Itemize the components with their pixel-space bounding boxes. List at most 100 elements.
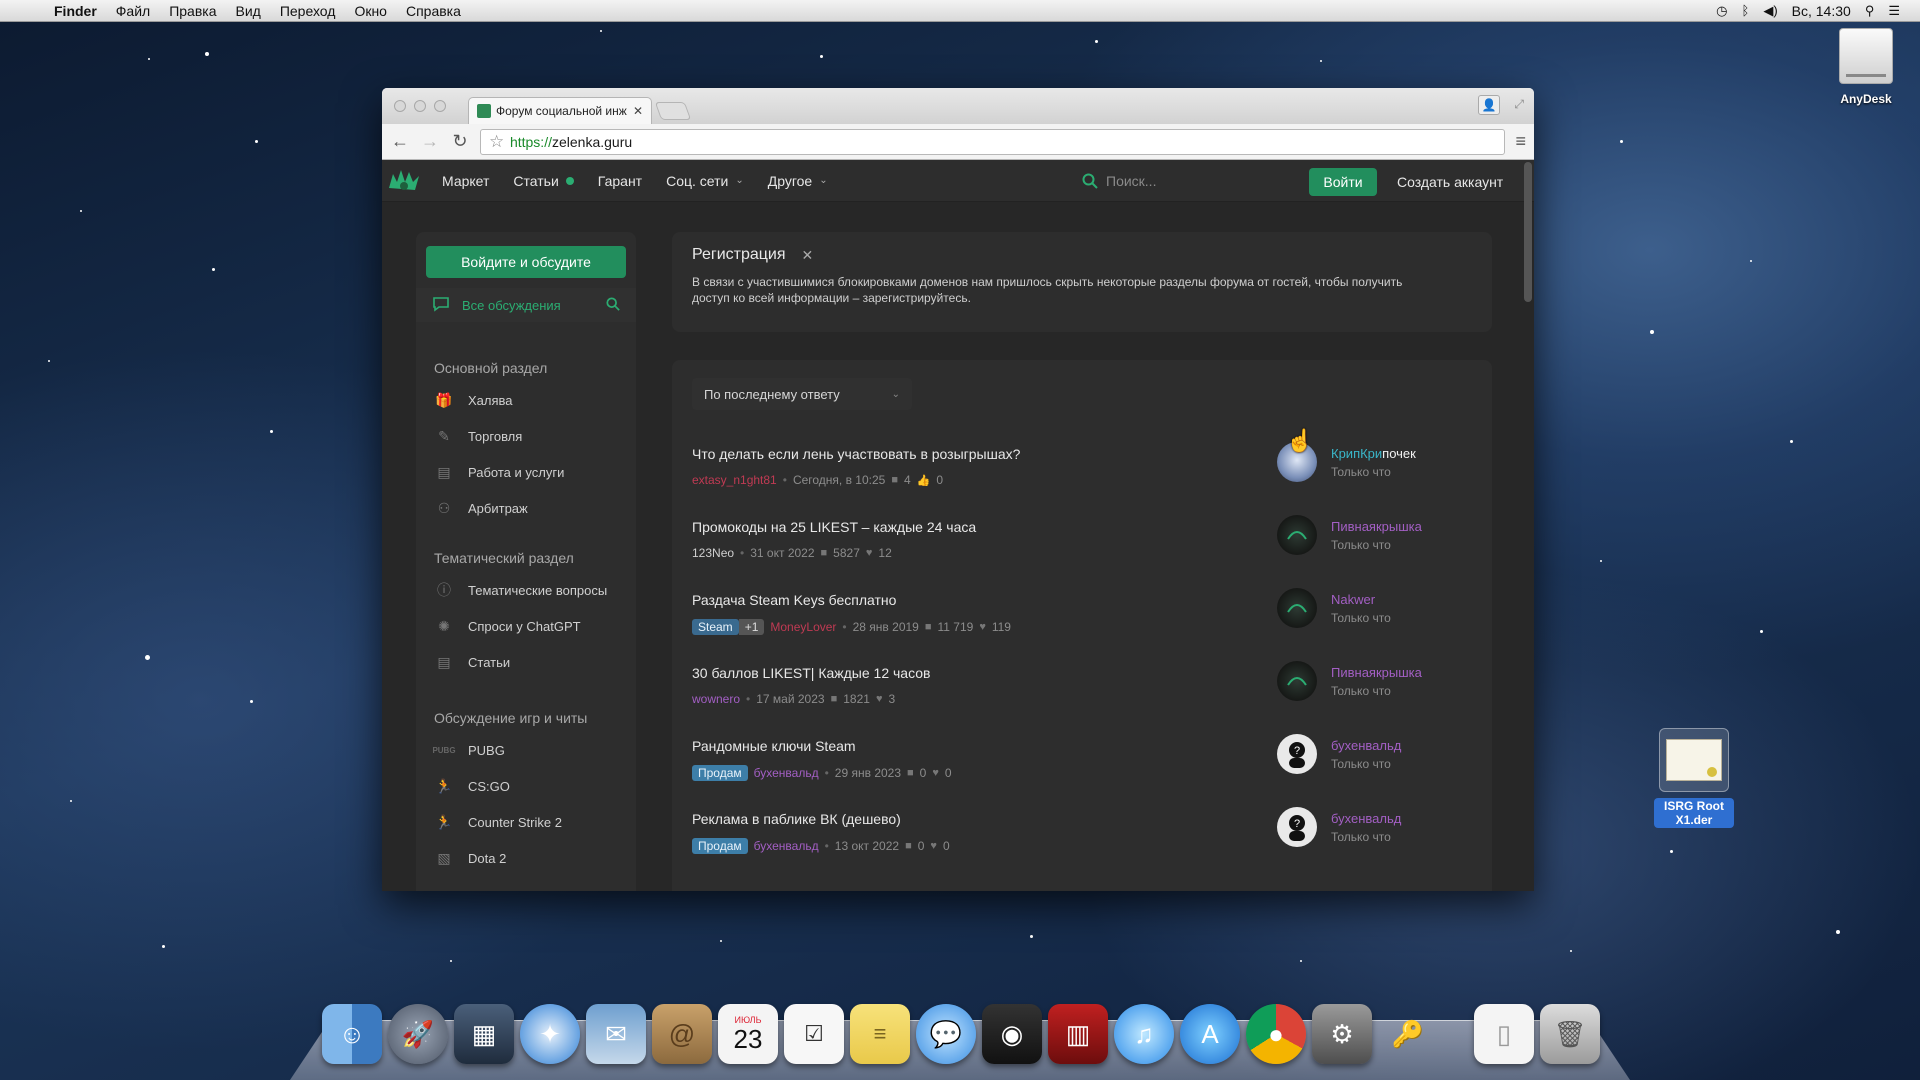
thread-author[interactable]: MoneyLover (770, 620, 836, 634)
page-scrollbar[interactable] (1524, 162, 1532, 302)
facetime-icon[interactable]: ◉ (982, 1004, 1042, 1064)
messages-icon[interactable]: 💬 (916, 1004, 976, 1064)
last-reply-user[interactable]: Пивнаякрышка (1331, 665, 1422, 680)
menu-view[interactable]: Вид (236, 3, 261, 19)
thread-author[interactable]: бухенвальд (754, 839, 819, 853)
avatar[interactable] (1277, 661, 1317, 701)
menu-window[interactable]: Окно (354, 3, 387, 19)
tab-active[interactable]: Форум социальной инжене ✕ (468, 97, 652, 124)
last-reply-user[interactable]: Пивнаякрышка (1331, 519, 1422, 534)
photo-booth-icon[interactable]: ▥ (1048, 1004, 1108, 1064)
forward-icon[interactable]: → (420, 131, 440, 152)
menu-help[interactable]: Справка (406, 3, 461, 19)
prefix-badge[interactable]: Продам (692, 838, 748, 854)
avatar[interactable] (1277, 588, 1317, 628)
prefix-badge[interactable]: Продам (692, 765, 748, 781)
time-machine-icon[interactable]: ◷ (1716, 3, 1727, 19)
last-reply-user[interactable]: Nakwer (1331, 592, 1391, 607)
sidebar-item-trade[interactable]: ✎ Торговля (434, 426, 522, 446)
close-window-button[interactable] (394, 100, 406, 112)
browser-menu-icon[interactable]: ≡ (1515, 131, 1526, 152)
mission-control-icon[interactable]: ▦ (454, 1004, 514, 1064)
safari-icon[interactable]: ✦ (520, 1004, 580, 1064)
search-input[interactable] (1106, 173, 1276, 189)
sidebar-item-arbitration[interactable]: ⚇ Арбитраж (434, 498, 528, 518)
nav-market[interactable]: Маркет (442, 173, 489, 189)
sidebar-item-all-discussions[interactable]: Все обсуждения (416, 288, 636, 322)
nav-social[interactable]: Соц. сети ⌄ (666, 173, 744, 189)
nav-other[interactable]: Другое ⌄ (768, 173, 828, 189)
sidebar-item-articles[interactable]: ▤ Статьи (434, 652, 510, 672)
thread-author[interactable]: 123Neo (692, 546, 734, 560)
chrome-icon[interactable]: ● (1246, 1004, 1306, 1064)
itunes-icon[interactable]: ♫ (1114, 1004, 1174, 1064)
menu-edit[interactable]: Правка (169, 3, 216, 19)
close-tab-icon[interactable]: ✕ (633, 104, 643, 118)
search-icon[interactable] (606, 296, 620, 314)
thread-title[interactable]: Что делать если лень участвовать в розыг… (692, 446, 1020, 462)
last-reply-user[interactable]: бухенвальд (1331, 738, 1401, 753)
thread-author[interactable]: бухенвальд (754, 766, 819, 780)
menu-app-finder[interactable]: Finder (54, 3, 97, 19)
contacts-icon[interactable]: @ (652, 1004, 712, 1064)
menu-go[interactable]: Переход (280, 3, 336, 19)
thread-title[interactable]: Промокоды на 25 LIKEST – каждые 24 часа (692, 519, 976, 535)
create-account-link[interactable]: Создать аккаунт (1397, 174, 1503, 190)
back-icon[interactable]: ← (390, 131, 410, 152)
prefix-extra-badge[interactable]: +1 (738, 619, 765, 635)
address-bar[interactable]: 🔒 https:// zelenka.guru ☆ (480, 128, 1506, 155)
app-store-icon[interactable]: A (1180, 1004, 1240, 1064)
last-reply-user[interactable]: КрипКрипочек (1331, 446, 1416, 461)
sidebar-item-questions[interactable]: ⓘ Тематические вопросы (434, 580, 607, 600)
thread-title[interactable]: Рандомные ключи Steam (692, 738, 856, 754)
avatar[interactable]: ? (1277, 807, 1317, 847)
bluetooth-icon[interactable]: ᛒ (1742, 3, 1750, 18)
system-preferences-icon[interactable]: ⚙ (1312, 1004, 1372, 1064)
sidebar-item-csgo[interactable]: 🏃 CS:GO (434, 776, 510, 796)
thread-author[interactable]: wownero (692, 692, 740, 706)
calendar-icon[interactable]: ИЮЛЬ 23 (718, 1004, 778, 1064)
reminders-icon[interactable]: ☑ (784, 1004, 844, 1064)
new-tab-button[interactable] (654, 102, 692, 120)
nav-articles[interactable]: Статьи (513, 173, 574, 189)
avatar[interactable]: ? (1277, 734, 1317, 774)
volume-icon[interactable]: ◀) (1763, 3, 1777, 19)
menu-file[interactable]: Файл (116, 3, 150, 19)
profile-icon[interactable]: 👤 (1478, 95, 1500, 115)
launchpad-icon[interactable]: 🚀 (388, 1004, 448, 1064)
bookmark-star-icon[interactable]: ☆ (489, 131, 505, 152)
spotlight-icon[interactable]: ⚲ (1865, 3, 1875, 19)
sidebar-item-work[interactable]: ▤ Работа и услуги (434, 462, 564, 482)
fullscreen-icon[interactable]: ⤢ (1514, 97, 1524, 112)
mail-icon[interactable]: ✉ (586, 1004, 646, 1064)
sort-dropdown[interactable]: По последнему ответу ⌄ (692, 378, 912, 410)
avatar[interactable] (1277, 515, 1317, 555)
prefix-badge[interactable]: Steam (692, 619, 739, 635)
document-icon[interactable]: ▯ (1474, 1004, 1534, 1064)
login-and-discuss-button[interactable]: Войдите и обсудите (426, 246, 626, 278)
close-icon[interactable]: ✕ (802, 247, 814, 264)
sidebar-item-freebie[interactable]: 🎁 Халява (434, 390, 512, 410)
notes-icon[interactable]: ≡ (850, 1004, 910, 1064)
keychain-icon[interactable]: 🔑 (1378, 1004, 1438, 1064)
thread-title[interactable]: Реклама в паблике ВК (дешево) (692, 811, 901, 827)
menu-clock[interactable]: Вс, 14:30 (1792, 3, 1851, 19)
sidebar-item-dota2[interactable]: ▧ Dota 2 (434, 848, 506, 868)
reload-icon[interactable]: ↻ (450, 131, 470, 152)
notification-center-icon[interactable]: ☰ (1888, 3, 1900, 19)
desktop-icon-anydesk[interactable]: AnyDesk (1826, 28, 1906, 106)
nav-guarantee[interactable]: Гарант (598, 173, 642, 189)
trash-icon[interactable]: 🗑 (1540, 1004, 1600, 1064)
thread-author[interactable]: extasy_n1ght81 (692, 473, 777, 487)
desktop-icon-certificate[interactable]: ISRG Root X1.der (1654, 728, 1734, 828)
sidebar-item-cs2[interactable]: 🏃 Counter Strike 2 (434, 812, 562, 832)
finder-icon[interactable]: ☺ (322, 1004, 382, 1064)
thread-title[interactable]: 30 баллов LIKEST| Каждые 12 часов (692, 665, 930, 681)
sidebar-item-chatgpt[interactable]: ✺ Спроси у ChatGPT (434, 616, 580, 636)
login-button[interactable]: Войти (1309, 168, 1377, 196)
last-reply-user[interactable]: бухенвальд (1331, 811, 1401, 826)
site-logo-icon[interactable] (384, 166, 424, 196)
thread-title[interactable]: Раздача Steam Keys бесплатно (692, 592, 896, 608)
zoom-window-button[interactable] (434, 100, 446, 112)
sidebar-item-pubg[interactable]: PUBG PUBG (432, 740, 504, 760)
